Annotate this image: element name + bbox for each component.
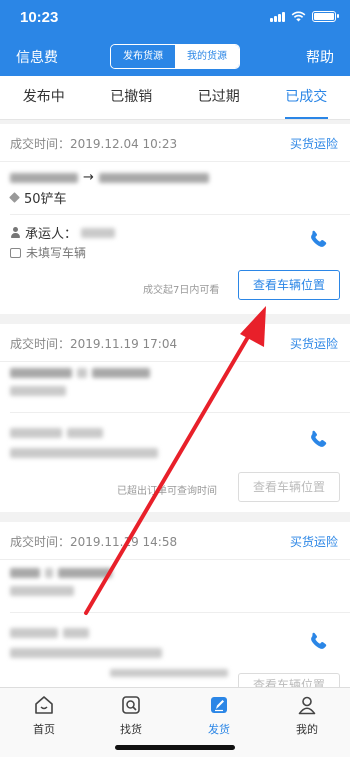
cube-icon [9, 192, 20, 203]
route-arrow-blurred [77, 368, 87, 378]
status-time: 10:23 [20, 9, 59, 26]
nav-bar: 信息费 发布货源 我的货源 帮助 [0, 36, 350, 76]
carrier-blurred-row [10, 628, 89, 638]
wifi-icon [291, 11, 306, 22]
battery-icon [312, 11, 339, 22]
cargo-blurred [10, 386, 66, 396]
phone-icon[interactable] [306, 630, 330, 654]
card-header: 成交时间：2019.11.19 14:58 买货运险 [0, 522, 350, 560]
vehicle-row: 未填写车辆 [10, 244, 86, 261]
carrier-name-blurred [63, 628, 89, 638]
tabbar-mine-label: 我的 [296, 723, 318, 736]
divider [10, 412, 350, 413]
vehicle-blurred-row [10, 648, 162, 658]
tabbar-find-goods-label: 找货 [120, 723, 142, 736]
carrier-label-blurred [10, 628, 58, 638]
cargo-blurred [10, 586, 74, 596]
vehicle-blurred-row [10, 448, 158, 458]
phone-icon[interactable] [306, 428, 330, 452]
order-card: 成交时间：2019.11.19 17:04 买货运险 已超出订单可查询时间 查看… [0, 324, 350, 512]
deal-time: 成交时间：2019.11.19 17:04 [10, 337, 178, 351]
tabbar-ship[interactable]: 发货 [189, 694, 249, 737]
destination-blurred [58, 568, 112, 578]
cargo-text: 50铲车 [24, 192, 67, 207]
person-icon [10, 226, 21, 239]
query-expired-hint: 已超出订单可查询时间 [117, 486, 217, 497]
phone-icon[interactable] [306, 228, 330, 252]
segment-my-source[interactable]: 我的货源 [175, 45, 239, 68]
carrier-label: 承运人： [25, 227, 78, 242]
help-button[interactable]: 帮助 [306, 47, 334, 67]
cargo-blurred-row [10, 586, 74, 596]
vehicle-text: 未填写车辆 [26, 246, 87, 260]
carrier-label-blurred [10, 428, 62, 438]
status-icons [270, 11, 339, 22]
cargo-blurred-row [10, 386, 66, 396]
search-goods-icon [122, 696, 140, 714]
source-segmented-control: 发布货源 我的货源 [110, 44, 240, 69]
route: → [10, 170, 209, 185]
route-arrow-icon: → [83, 170, 94, 185]
tabbar-find-goods[interactable]: 找货 [101, 694, 161, 737]
cargo-info: 50铲车 [9, 188, 67, 207]
deal-time: 成交时间：2019.12.04 10:23 [10, 137, 178, 151]
origin-blurred [10, 368, 72, 378]
divider [10, 214, 350, 215]
tab-publishing[interactable]: 发布中 [0, 76, 88, 119]
view-hint: 成交起7日内可看 [143, 285, 220, 296]
card-header: 成交时间：2019.12.04 10:23 买货运险 [0, 124, 350, 162]
tabbar-home-label: 首页 [33, 723, 55, 736]
route-arrow-blurred [45, 568, 53, 578]
info-fee-button[interactable]: 信息费 [16, 47, 58, 67]
view-vehicle-location-button[interactable]: 查看车辆位置 [238, 673, 340, 687]
order-card: 成交时间：2019.11.19 14:58 买货运险 查看车辆位置 [0, 522, 350, 687]
user-icon [298, 696, 316, 715]
status-bar: 10:23 [0, 0, 350, 36]
destination-blurred [98, 172, 209, 183]
view-vehicle-location-button[interactable]: 查看车辆位置 [238, 472, 340, 502]
segment-publish-source[interactable]: 发布货源 [111, 45, 175, 68]
carrier-name-blurred [81, 227, 116, 238]
signal-icon [270, 11, 285, 22]
tabbar-home[interactable]: 首页 [14, 694, 74, 737]
tab-revoked[interactable]: 已撤销 [88, 76, 176, 119]
card-header: 成交时间：2019.11.19 17:04 买货运险 [0, 324, 350, 362]
home-indicator [115, 745, 235, 750]
buy-freight-insurance-link[interactable]: 买货运险 [290, 335, 338, 352]
hint-blurred [110, 669, 228, 677]
hint-blurred-row [110, 669, 228, 677]
vehicle-blurred [10, 648, 162, 658]
divider [10, 612, 350, 613]
order-card: 成交时间：2019.12.04 10:23 买货运险 → 50铲车 承运人： 未… [0, 124, 350, 314]
carrier-row: 承运人： [10, 223, 116, 242]
carrier-name-blurred [67, 428, 103, 438]
origin-blurred [10, 172, 78, 183]
route [10, 368, 150, 378]
buy-freight-insurance-link[interactable]: 买货运险 [290, 533, 338, 550]
tabbar-mine[interactable]: 我的 [277, 694, 337, 737]
destination-blurred [92, 368, 150, 378]
vehicle-blurred [10, 448, 158, 458]
tab-completed[interactable]: 已成交 [263, 76, 350, 119]
view-vehicle-location-button[interactable]: 查看车辆位置 [238, 270, 340, 300]
route [10, 568, 112, 578]
carrier-blurred-row [10, 428, 103, 438]
origin-blurred [10, 568, 40, 578]
home-icon [35, 696, 53, 714]
deal-time: 成交时间：2019.11.19 14:58 [10, 535, 178, 549]
status-tabs: 发布中 已撤销 已过期 已成交 [0, 76, 350, 120]
truck-icon [10, 247, 21, 258]
tab-expired[interactable]: 已过期 [175, 76, 263, 119]
publish-icon [211, 697, 227, 713]
tabbar-ship-label: 发货 [208, 723, 230, 736]
buy-freight-insurance-link[interactable]: 买货运险 [290, 135, 338, 152]
